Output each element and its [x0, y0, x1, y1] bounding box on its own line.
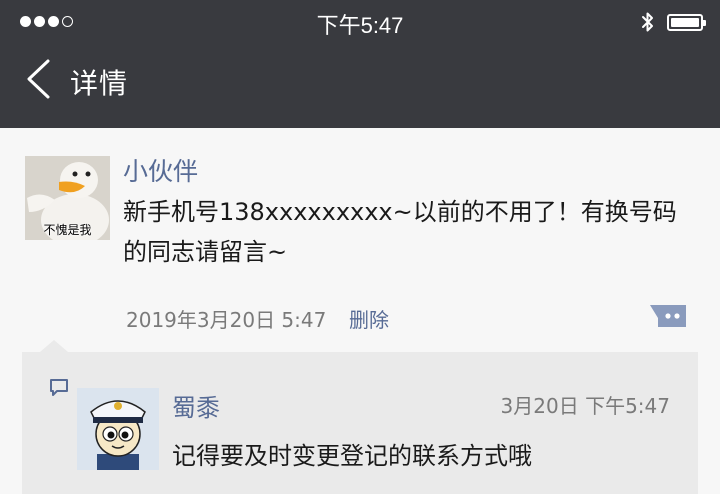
battery-icon	[667, 14, 706, 31]
police-avatar-image	[77, 388, 159, 470]
post-time: 2019年3月20日 5:47	[126, 308, 327, 332]
comment-icon	[48, 377, 70, 403]
moment-detail: 不愧是我 小伙伴 新手机号138xxxxxxxxx~以前的不用了！有换号码的同志…	[0, 128, 720, 494]
status-time: 下午5:47	[316, 13, 404, 38]
chevron-left-icon[interactable]	[24, 58, 54, 104]
poster-name[interactable]: 小伙伴	[123, 152, 198, 188]
poster-avatar[interactable]: 不愧是我	[25, 156, 110, 240]
status-bar: 下午5:47	[0, 0, 720, 44]
comments-arrow	[40, 340, 68, 352]
comments-list: 蜀黍 3月20日 下午5:47 记得要及时变更登记的联系方式哦	[22, 352, 698, 494]
page-title: 详情	[70, 67, 129, 100]
commenter-name[interactable]: 蜀黍	[172, 388, 220, 423]
comment-toggle-icon[interactable]	[648, 303, 688, 333]
avatar-caption: 不愧是我	[43, 223, 92, 237]
nav-bar: 详情	[0, 44, 720, 128]
bluetooth-icon	[640, 11, 656, 37]
comment-text[interactable]: 记得要及时变更登记的联系方式哦	[172, 436, 532, 471]
delete-link[interactable]: 删除	[349, 304, 389, 333]
comment-time: 3月20日 下午5:47	[500, 394, 670, 418]
post-text: 新手机号138xxxxxxxxx~以前的不用了！有换号码的同志请留言~	[123, 198, 677, 266]
commenter-avatar[interactable]	[77, 388, 159, 470]
